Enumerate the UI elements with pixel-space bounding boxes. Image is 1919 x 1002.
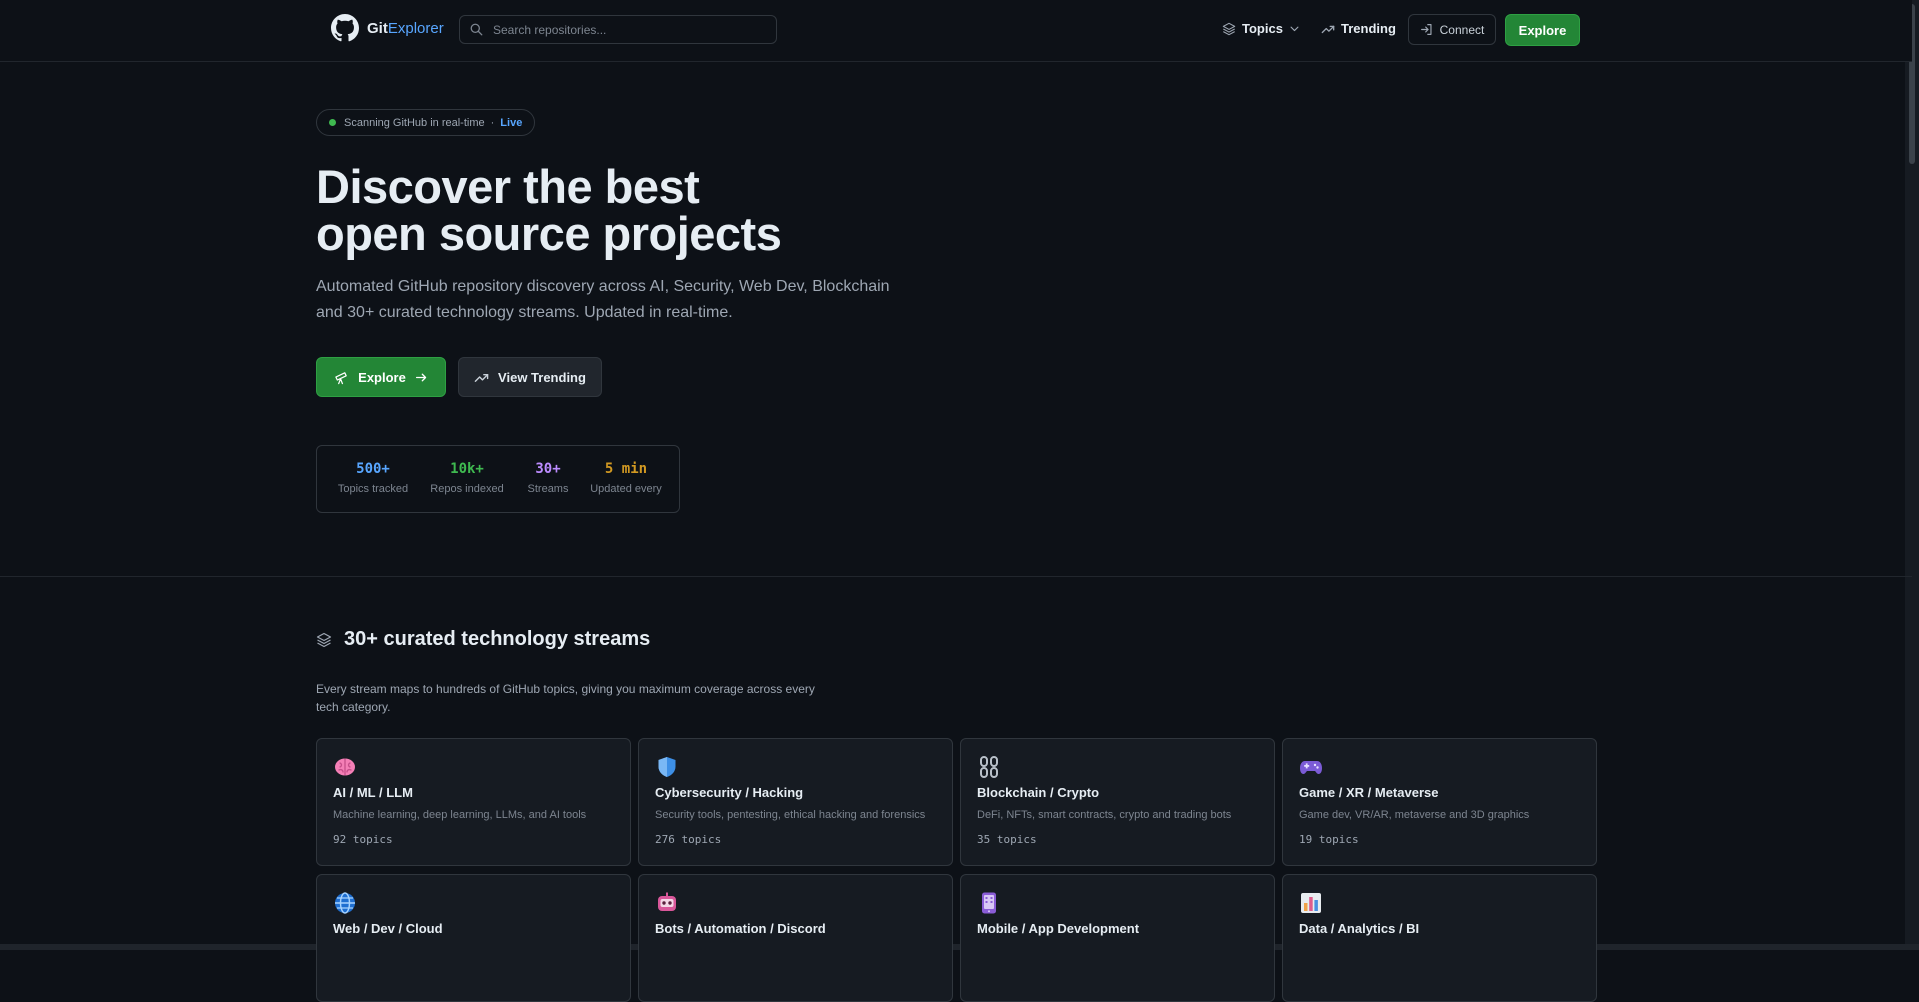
stream-card-web[interactable]: Web / Dev / Cloud xyxy=(316,874,631,1002)
stream-card-description: Machine learning, deep learning, LLMs, a… xyxy=(333,809,587,821)
logo-text-explorer: Explorer xyxy=(387,19,444,37)
badge-separator: · xyxy=(490,116,495,129)
stream-card-ai[interactable]: AI / ML / LLM Machine learning, deep lea… xyxy=(316,738,631,866)
stream-card-topics: 19 topics xyxy=(1299,833,1359,846)
stat-label: Streams xyxy=(527,483,569,495)
stat-label: Updated every xyxy=(590,483,662,495)
nav-topics-label: Topics xyxy=(1242,21,1283,36)
stat-value: 10k+ xyxy=(450,461,484,477)
stream-card-description: Game dev, VR/AR, metaverse and 3D graphi… xyxy=(1299,809,1530,821)
chevron-down-icon xyxy=(1290,26,1299,32)
stat-repos: 10k+ Repos indexed xyxy=(429,461,505,495)
robot-icon xyxy=(658,892,676,911)
streams-section-title: 30+ curated technology streams xyxy=(316,628,650,651)
badge-live: Live xyxy=(500,116,523,129)
stat-topics: 500+ Topics tracked xyxy=(337,461,409,495)
globe-icon xyxy=(335,892,355,914)
brain-icon xyxy=(335,758,355,776)
search-box[interactable] xyxy=(459,15,777,44)
stream-card-name: Data / Analytics / BI xyxy=(1299,921,1420,936)
streams-title-text: 30+ curated technology streams xyxy=(344,628,651,650)
stream-card-name: Game / XR / Metaverse xyxy=(1299,785,1439,800)
stat-label: Repos indexed xyxy=(430,483,504,495)
explore-nav-label: Explore xyxy=(1518,22,1567,38)
stream-card-description: Security tools, pentesting, ethical hack… xyxy=(655,809,926,821)
stream-card-bots[interactable]: Bots / Automation / Discord xyxy=(638,874,953,1002)
explore-nav-button[interactable]: Explore xyxy=(1505,14,1580,46)
hero-title-line2: open source projects xyxy=(316,207,782,260)
live-status-badge: Scanning GitHub in real-time · Live xyxy=(316,109,536,136)
section-divider xyxy=(0,576,1912,577)
stat-label: Topics tracked xyxy=(337,483,409,495)
hero-subtitle: Automated GitHub repository discovery ac… xyxy=(316,278,890,321)
stream-card-mobile[interactable]: Mobile / App Development xyxy=(960,874,1275,1002)
hero-title: Discover the best open source projects xyxy=(316,160,782,260)
nav-trending-label: Trending xyxy=(1341,21,1396,36)
status-dot-icon xyxy=(329,119,336,126)
view-trending-button[interactable]: View Trending xyxy=(458,357,602,397)
stream-card-description: DeFi, NFTs, smart contracts, crypto and … xyxy=(977,809,1232,821)
stream-card-name: Bots / Automation / Discord xyxy=(655,921,826,936)
stat-update: 5 min Updated every xyxy=(588,461,664,495)
search-icon xyxy=(470,23,483,36)
logo-text: GitExplorer xyxy=(367,20,444,37)
stream-card-topics: 276 topics xyxy=(655,833,722,846)
stat-streams: 30+ Streams xyxy=(523,461,573,495)
sign-in-icon xyxy=(1420,24,1432,35)
stream-card-security[interactable]: Cybersecurity / Hacking Security tools, … xyxy=(638,738,953,866)
stream-card-data[interactable]: Data / Analytics / BI xyxy=(1282,874,1597,1002)
logo-text-git: Git xyxy=(367,19,388,37)
gamepad-icon xyxy=(1300,761,1322,774)
stat-value: 30+ xyxy=(535,461,561,477)
search-input[interactable] xyxy=(491,21,755,38)
stream-card-blockchain[interactable]: Blockchain / Crypto DeFi, NFTs, smart co… xyxy=(960,738,1275,866)
stream-card-name: AI / ML / LLM xyxy=(333,785,413,800)
stream-card-name: Web / Dev / Cloud xyxy=(333,921,443,936)
stream-card-topics: 92 topics xyxy=(333,833,393,846)
telescope-icon xyxy=(335,371,347,384)
layers-icon xyxy=(316,632,332,647)
trending-up-icon xyxy=(474,373,489,382)
shield-icon xyxy=(658,757,676,777)
stats-panel: 500+ Topics tracked 10k+ Repos indexed 3… xyxy=(316,445,680,513)
stream-card-name: Blockchain / Crypto xyxy=(977,785,1100,800)
github-icon xyxy=(331,14,359,42)
layers-icon xyxy=(1222,22,1236,35)
stream-card-name: Mobile / App Development xyxy=(977,921,1140,936)
badge-text: Scanning GitHub in real-time xyxy=(344,116,485,129)
explore-button-label: Explore xyxy=(358,369,406,385)
stream-card-game[interactable]: Game / XR / Metaverse Game dev, VR/AR, m… xyxy=(1282,738,1597,866)
stat-value: 5 min xyxy=(604,461,648,477)
arrow-right-icon xyxy=(415,373,427,381)
logo[interactable]: GitExplorer xyxy=(331,14,444,42)
chain-icon xyxy=(980,756,998,778)
connect-button[interactable]: Connect xyxy=(1408,14,1496,45)
phone-icon xyxy=(982,892,996,914)
nav-trending-link[interactable]: Trending xyxy=(1321,21,1396,36)
explore-button[interactable]: Explore xyxy=(316,357,446,397)
page-scrollbar[interactable] xyxy=(1905,0,1919,950)
trending-up-icon xyxy=(1321,25,1335,33)
top-navbar: GitExplorer Topics Trending Connect Expl… xyxy=(0,0,1912,62)
hero-title-line1: Discover the best xyxy=(316,160,700,213)
nav-topics-dropdown[interactable]: Topics xyxy=(1222,21,1300,36)
bar-chart-icon xyxy=(1301,893,1321,913)
streams-description: Every stream maps to hundreds of GitHub … xyxy=(316,682,815,714)
stream-card-name: Cybersecurity / Hacking xyxy=(655,785,804,800)
connect-label: Connect xyxy=(1439,22,1485,37)
stream-card-topics: 35 topics xyxy=(977,833,1037,846)
stat-value: 500+ xyxy=(356,461,390,477)
view-trending-label: View Trending xyxy=(498,369,586,385)
